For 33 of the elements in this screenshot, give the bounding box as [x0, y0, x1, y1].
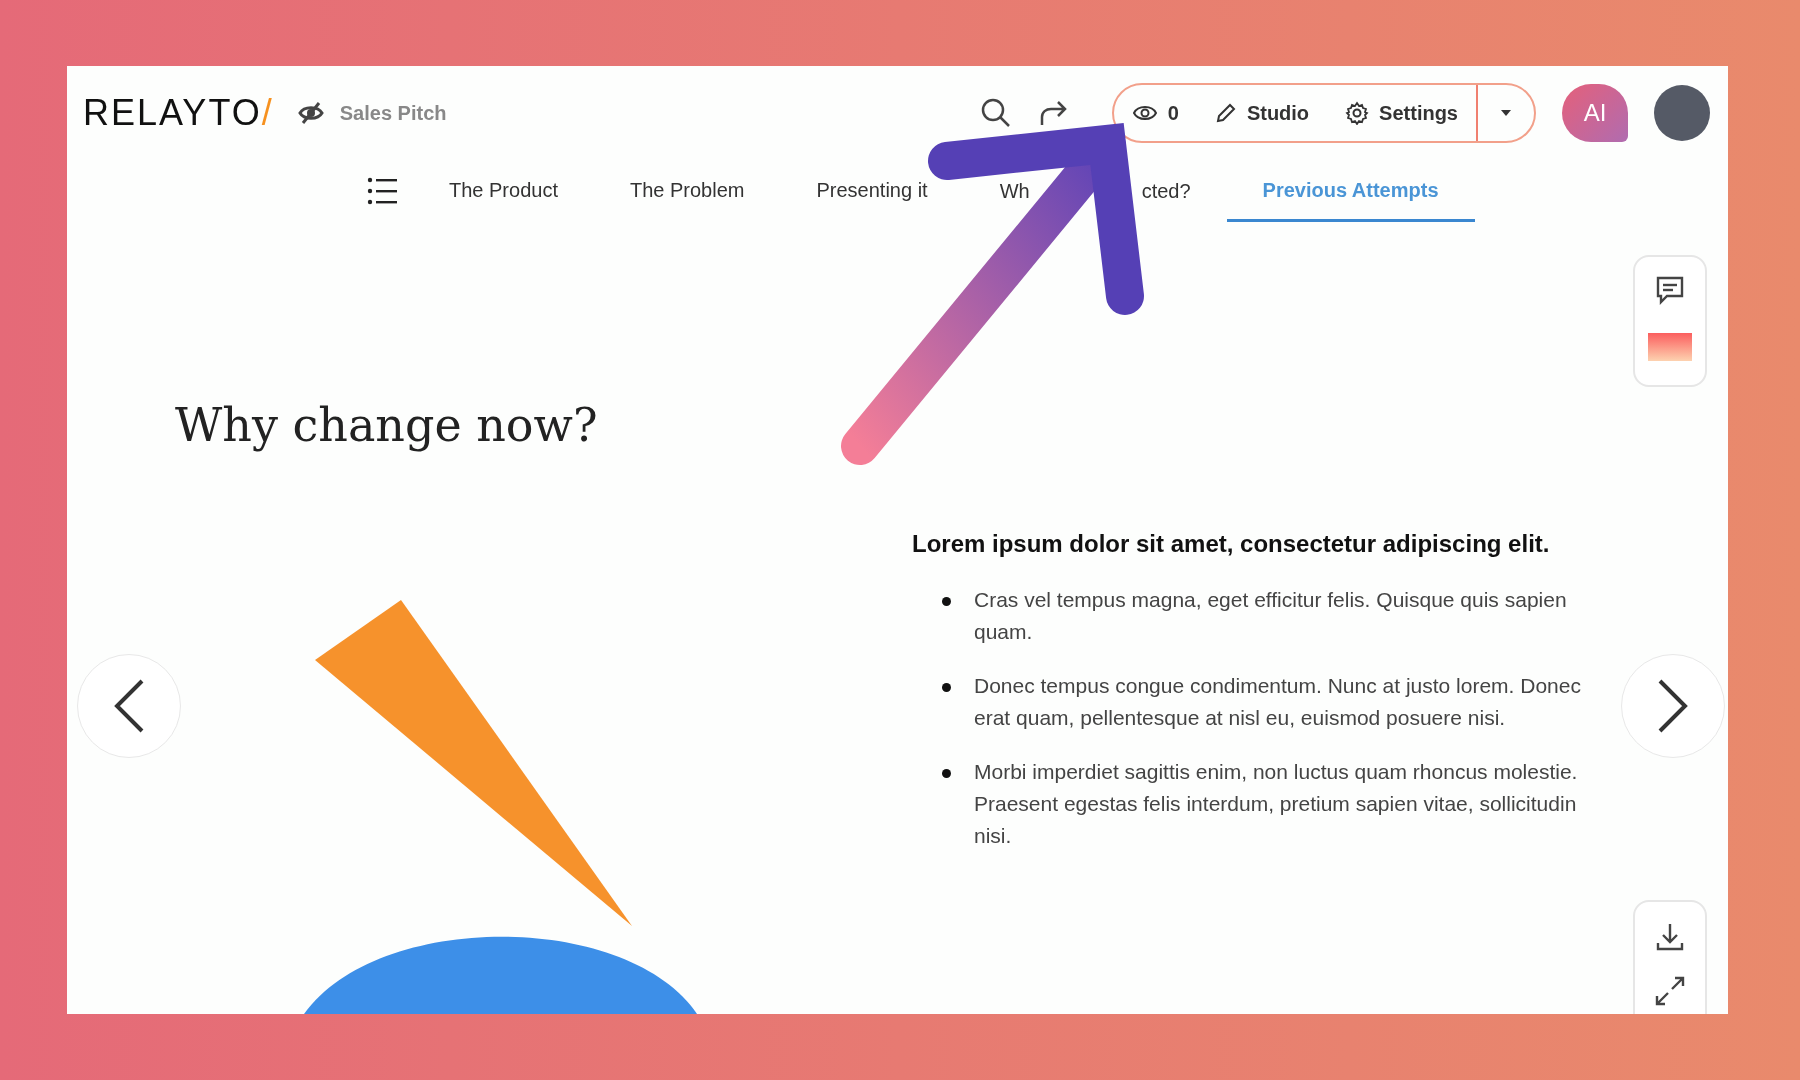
nav-tab[interactable]: The Product — [413, 160, 594, 222]
comment-icon[interactable] — [1655, 275, 1685, 305]
ai-button[interactable]: AI — [1562, 84, 1628, 142]
search-icon[interactable] — [979, 97, 1012, 129]
bullet-icon — [942, 683, 951, 692]
nav-tab-label[interactable]: Wh — [999, 180, 1030, 202]
expand-icon[interactable] — [1655, 976, 1685, 1006]
eye-icon — [1131, 104, 1158, 122]
avatar[interactable] — [1654, 85, 1710, 141]
settings-button[interactable]: Settings — [1327, 85, 1476, 141]
bullet-text: Donec tempus congue condimentum. Nunc at justo lorem. Donec erat quam, pellentesque at nisl eu, euismod posuere nisi. — [974, 674, 1581, 729]
nav-tab-label[interactable]: cted? — [1141, 180, 1191, 202]
pencil-icon — [1214, 102, 1237, 124]
bullet-icon — [942, 769, 951, 778]
caret-icon — [1500, 109, 1512, 117]
slide-thumbnail[interactable] — [1648, 333, 1692, 361]
bullet-icon — [942, 597, 951, 606]
bullet-text: Morbi imperdiet sagittis enim, non luctus quam rhoncus molestie. Praesent egestas felis interdum, pretium sapien vitae, sollicitudin nisi. — [974, 760, 1578, 847]
chevron-right-icon — [1656, 678, 1690, 734]
views-count[interactable]: 0 — [1113, 85, 1197, 141]
logo: RELAYTO/ — [83, 91, 274, 135]
download-icon[interactable] — [1655, 922, 1685, 952]
eye-slash-icon[interactable] — [297, 101, 324, 125]
bullet-text: Cras vel tempus magna, eget efficitur felis. Quisque quis sapien quam. — [974, 588, 1567, 643]
gear-icon — [1345, 101, 1370, 125]
presentation-title: Sales Pitch — [339, 101, 447, 126]
chevron-left-icon — [112, 678, 146, 734]
slide-heading: Why change now? — [175, 397, 598, 454]
nav-tab[interactable]: The Problem — [593, 160, 781, 222]
studio-button[interactable]: Studio — [1196, 85, 1328, 141]
nav-tab[interactable]: Presenting it — [780, 160, 964, 222]
menu-icon[interactable] — [367, 177, 397, 205]
slide-subheading: Lorem ipsum dolor sit amet, consectetur adipiscing elit. — [912, 529, 1551, 559]
